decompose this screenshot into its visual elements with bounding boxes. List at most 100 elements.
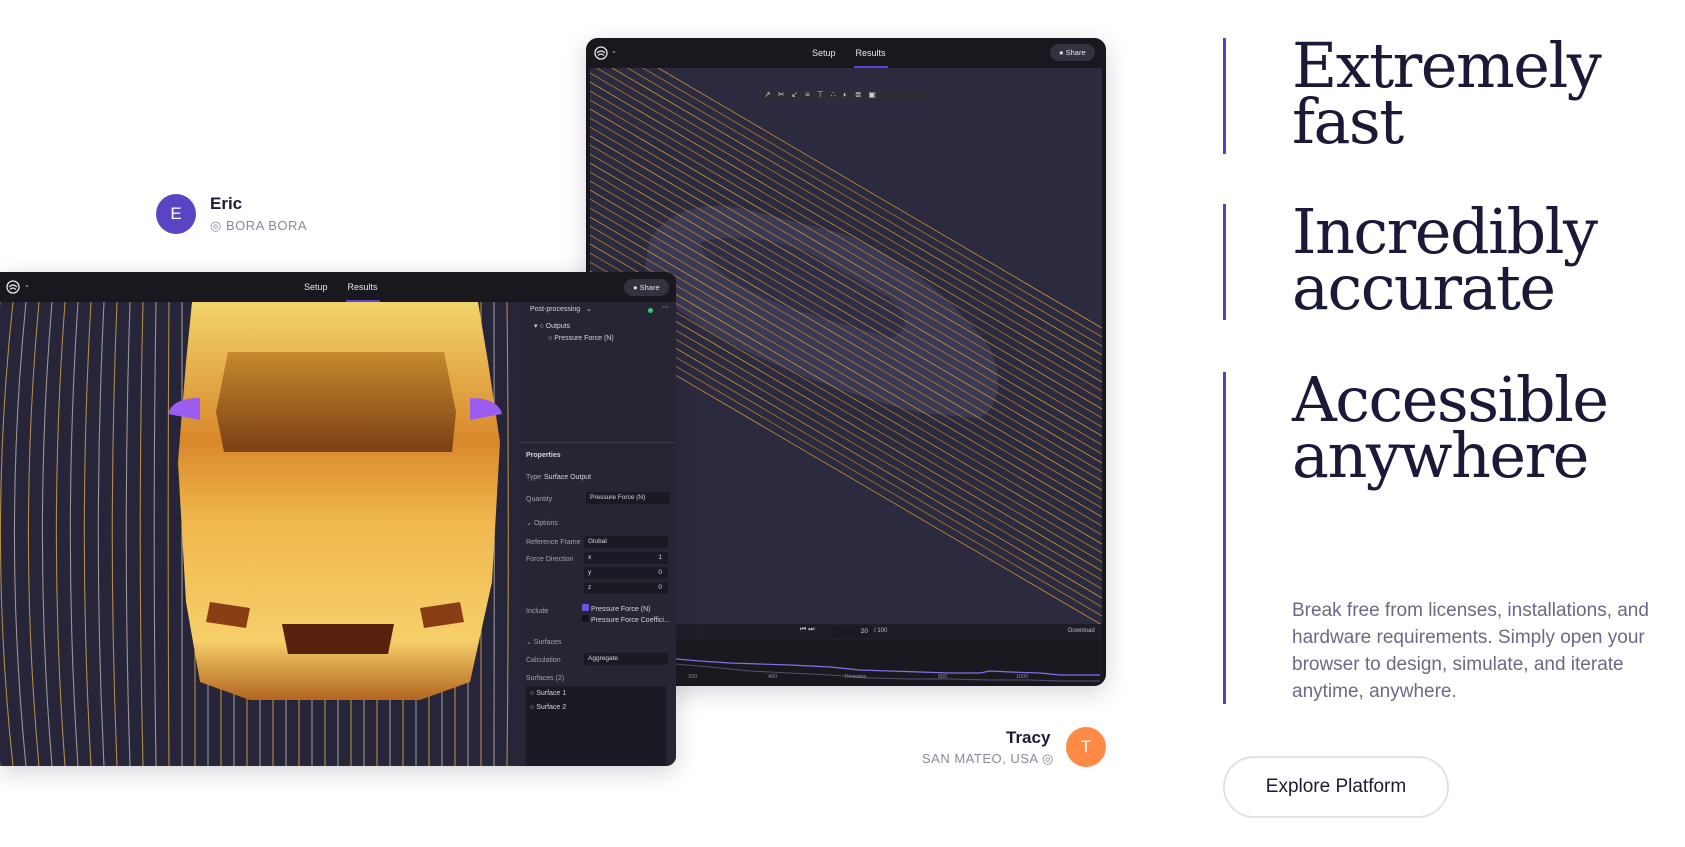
headline-accessible-line2: anywhere xyxy=(1292,419,1589,492)
streamline xyxy=(139,302,144,766)
include-label: Include xyxy=(526,608,549,615)
chevron-down-icon[interactable]: ⌄ xyxy=(586,305,592,313)
properties-title: Properties xyxy=(526,452,561,459)
description: Break free from licenses, installations,… xyxy=(1292,600,1649,702)
save-icon[interactable]: ▣ xyxy=(868,90,883,99)
tab-setup[interactable]: Setup xyxy=(812,38,836,68)
tick-timestep: Timestep xyxy=(844,674,867,680)
tick-1000: 1000 xyxy=(1016,674,1029,680)
surface-2[interactable]: ○ Surface 2 xyxy=(530,704,566,711)
streamline xyxy=(83,302,92,766)
headline-accurate: Incredibly accurate xyxy=(1292,201,1598,319)
quantity-label: Quantity xyxy=(526,496,553,503)
axes-icon[interactable]: ∴ xyxy=(831,90,843,99)
force-z-value: 0 xyxy=(658,584,662,591)
force-z-field[interactable]: z0 xyxy=(584,582,668,594)
app-logo-icon[interactable] xyxy=(6,280,20,294)
share-label: Share xyxy=(639,283,660,292)
streamline xyxy=(153,302,157,766)
scissors-icon[interactable]: ✂ xyxy=(778,90,792,99)
share-icon: ● xyxy=(1059,48,1064,57)
checkbox-checked-icon[interactable] xyxy=(582,604,589,611)
avatar-eric: E xyxy=(156,194,196,234)
probe-icon[interactable]: ⊤ xyxy=(817,90,831,99)
tree-outputs[interactable]: ▾ ○ Outputs xyxy=(534,322,570,330)
calculation-select[interactable]: Aggregate xyxy=(584,653,668,665)
app-logo-icon[interactable] xyxy=(594,46,608,60)
tab-results[interactable]: Results xyxy=(853,38,888,68)
force-y-value: 0 xyxy=(658,569,662,576)
download-link[interactable]: Download xyxy=(1068,628,1095,634)
chevron-down-icon[interactable]: ⌄ xyxy=(611,47,617,55)
front-app-topbar: ⌄ Setup Results ● Share xyxy=(0,272,676,302)
force-y-field[interactable]: y0 xyxy=(584,567,668,579)
frame-total: / 100 xyxy=(874,628,888,634)
toolbar-icons[interactable]: ↗✂↙≡⊤∴◐≣▣ xyxy=(764,90,883,99)
quantity-select[interactable]: Pressure Force (N) xyxy=(586,492,670,504)
car-pressure-render xyxy=(0,302,509,766)
streamline xyxy=(13,302,27,766)
ref-frame-value: Global xyxy=(588,538,607,545)
axis-y: y xyxy=(588,569,592,576)
force-dir-label: Force Direction xyxy=(526,556,574,563)
tick-400: 400 xyxy=(768,674,778,680)
accent-bar-3 xyxy=(1223,372,1226,704)
status-dot-icon xyxy=(648,308,653,313)
surfaces-section-text: Surfaces xyxy=(533,639,562,646)
location-eric: ◎ BORA BORA xyxy=(210,218,307,234)
surface-1[interactable]: ○ Surface 1 xyxy=(530,690,566,697)
streamline xyxy=(27,302,40,766)
streamline xyxy=(55,302,66,766)
sliders-icon[interactable]: ≡ xyxy=(805,90,817,99)
share-button[interactable]: ● Share xyxy=(1050,44,1095,61)
tree-item-label: Pressure Force (N) xyxy=(554,335,614,342)
ref-frame-select[interactable]: Global xyxy=(584,536,668,548)
pin-icon[interactable]: ↗ xyxy=(764,90,778,99)
checkbox-unchecked-icon[interactable] xyxy=(582,615,589,622)
location-tracy: SAN MATEO, USA ◎ xyxy=(922,751,1054,767)
options-label-text: Options xyxy=(533,520,558,527)
share-icon: ● xyxy=(633,283,638,292)
surfaces-section[interactable]: ⌄ Surfaces xyxy=(526,638,561,646)
options-label[interactable]: ⌄ Options xyxy=(526,519,558,527)
accent-bar-1 xyxy=(1223,38,1226,154)
location-pin-icon: ◎ xyxy=(210,218,222,233)
type-value: Surface Output xyxy=(544,474,592,481)
share-button[interactable]: ● Share xyxy=(624,279,669,296)
axis-z: z xyxy=(588,584,592,591)
simulation-viewport[interactable] xyxy=(0,302,520,766)
tab-setup[interactable]: Setup xyxy=(304,272,328,302)
surface-2-label: Surface 2 xyxy=(536,704,567,711)
streamline xyxy=(506,302,509,766)
back-app-topbar: ⌄ Setup Results ● Share xyxy=(586,38,1106,68)
person-name-eric: Eric xyxy=(210,194,243,213)
type-label: Type xyxy=(526,474,542,481)
tree-item[interactable]: ○ Pressure Force (N) xyxy=(548,335,614,342)
person-name-tracy: Tracy xyxy=(1006,728,1051,747)
streamline xyxy=(0,302,14,766)
streamline xyxy=(125,302,131,766)
include-option-2-label: Pressure Force Coeffici... xyxy=(590,617,670,624)
calculation-value: Aggregate xyxy=(588,655,618,662)
chevron-down-icon[interactable]: ⌄ xyxy=(24,281,30,289)
include-option-1[interactable]: Pressure Force (N) xyxy=(582,604,650,613)
share-label: Share xyxy=(1065,48,1086,57)
list-icon[interactable]: ≣ xyxy=(855,90,869,99)
surfaces-list: ○ Surface 1 ○ Surface 2 xyxy=(526,686,666,766)
location-pin-icon: ◎ xyxy=(1041,751,1054,766)
panel-header[interactable]: Post-processing xyxy=(530,306,580,313)
location-tracy-text: SAN MATEO, USA xyxy=(922,751,1038,766)
include-option-2[interactable]: Pressure Force Coeffici... xyxy=(582,615,670,624)
pen-icon[interactable]: ↙ xyxy=(791,90,805,99)
play-controls[interactable]: ⏮ ⏭ xyxy=(800,626,815,634)
avatar-tracy: T xyxy=(1066,727,1106,767)
more-icon[interactable]: ⋯ xyxy=(662,303,669,311)
tab-results[interactable]: Results xyxy=(345,272,380,302)
streamline xyxy=(69,302,79,766)
explore-platform-button[interactable]: Explore Platform xyxy=(1223,756,1449,818)
color-icon[interactable]: ◐ xyxy=(843,90,855,99)
tree-outputs-label: Outputs xyxy=(545,323,571,330)
force-x-field[interactable]: x1 xyxy=(584,552,668,564)
frame-input[interactable]: 20 xyxy=(832,626,872,638)
location-eric-text: BORA BORA xyxy=(225,218,308,233)
